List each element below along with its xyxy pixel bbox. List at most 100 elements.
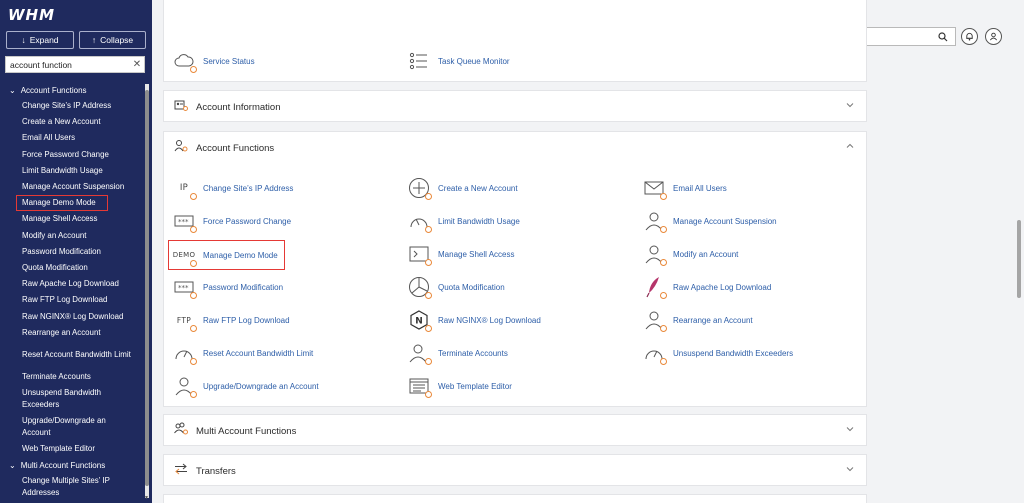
tool-label: Task Queue Monitor [438, 56, 510, 66]
tool-manage-demo-mode[interactable]: DEMO Manage Demo Mode [168, 240, 285, 270]
tool-task-queue-monitor[interactable]: Task Queue Monitor [408, 50, 510, 72]
sidebar-scrollbar[interactable] [145, 84, 149, 498]
transfers-panel[interactable]: Transfers [163, 454, 867, 486]
sidebar-item-raw-nginx-log[interactable]: Raw NGINX® Log Download [0, 308, 142, 324]
tool-label: Change Site’s IP Address [203, 183, 294, 193]
chevron-down-icon[interactable] [846, 466, 854, 472]
sidebar-item-manage-suspension[interactable]: Manage Account Suspension [0, 179, 142, 195]
chevron-down-icon: ⌄ [9, 460, 16, 470]
sidebar-nav: ⌄ Account Functions Change Site’s IP Add… [0, 82, 142, 501]
panel-title: Transfers [196, 465, 236, 477]
transfers-header[interactable]: Transfers [164, 455, 866, 487]
sidebar-item-change-multiple-ips[interactable]: Change Multiple Sites’ IP Addresses [0, 473, 142, 501]
tool-service-status[interactable]: Service Status [173, 50, 255, 73]
sidebar-item-password-modification[interactable]: Password Modification [0, 244, 142, 260]
gauge-icon [173, 342, 197, 365]
sidebar-item-change-site-ip[interactable]: Change Site’s IP Address [0, 98, 142, 114]
nav-group-account-functions[interactable]: ⌄ Account Functions [0, 82, 142, 98]
tool-modify-account[interactable]: Modify an Account [643, 243, 738, 266]
gauge-icon [643, 342, 667, 365]
multi-account-icon [174, 422, 188, 440]
tool-upgrade-downgrade[interactable]: Upgrade/Downgrade an Account [173, 375, 319, 398]
tool-label: Quota Modification [438, 282, 505, 292]
user-icon [643, 243, 667, 266]
sidebar-item-manage-demo-mode[interactable]: Manage Demo Mode [16, 195, 108, 212]
tool-reset-bandwidth-limit[interactable]: Reset Account Bandwidth Limit [173, 342, 314, 365]
tool-unsuspend-bandwidth[interactable]: Unsuspend Bandwidth Exceeders [643, 342, 793, 365]
tool-raw-apache-log[interactable]: Raw Apache Log Download [643, 276, 771, 299]
scroll-down-arrow-icon[interactable]: ▼ [144, 495, 149, 501]
sidebar-search-input[interactable] [6, 57, 130, 72]
tool-raw-nginx-log[interactable]: N Raw NGINX® Log Download [408, 309, 541, 332]
tool-label: Manage Demo Mode [203, 250, 278, 260]
tool-force-password-change[interactable]: *** Force Password Change [173, 210, 291, 233]
sidebar-item-web-template-editor[interactable]: Web Template Editor [0, 441, 142, 457]
chevron-down-icon[interactable] [846, 426, 854, 432]
tool-terminate-accounts[interactable]: Terminate Accounts [408, 342, 508, 365]
nav-group-multi-account-functions[interactable]: ⌄ Multi Account Functions [0, 457, 142, 473]
sidebar-item-rearrange-account[interactable]: Rearrange an Account [0, 325, 142, 341]
tool-quota-modification[interactable]: Quota Modification [408, 276, 505, 299]
panel-title: Account Functions [196, 142, 275, 154]
sidebar-item-limit-bandwidth[interactable]: Limit Bandwidth Usage [0, 163, 142, 179]
sidebar-item-create-account[interactable]: Create a New Account [0, 114, 142, 130]
password-icon: *** [173, 210, 197, 233]
user-search-icon [408, 342, 432, 365]
sidebar-item-unsuspend-bandwidth[interactable]: Unsuspend Bandwidth Exceeders [0, 385, 142, 413]
tool-manage-shell-access[interactable]: Manage Shell Access [408, 243, 515, 266]
clear-search-icon[interactable]: ✕ [130, 59, 144, 70]
tool-change-site-ip[interactable]: IP Change Site’s IP Address [173, 177, 294, 200]
account-functions-header[interactable]: Account Functions [164, 132, 866, 164]
sidebar-scroll-thumb[interactable] [145, 90, 149, 486]
tool-label: Limit Bandwidth Usage [438, 216, 520, 226]
main-scrollbar[interactable] [1017, 22, 1022, 500]
whm-logo: WHM [8, 6, 56, 24]
search-icon[interactable] [938, 31, 948, 42]
tool-password-modification[interactable]: *** Password Modification [173, 276, 283, 299]
user-icon [173, 375, 197, 398]
user-icon [643, 210, 667, 233]
user-menu-button[interactable] [985, 28, 1002, 45]
task-list-icon [408, 50, 430, 72]
notifications-button[interactable] [961, 28, 978, 45]
tool-rearrange-account[interactable]: Rearrange an Account [643, 309, 753, 332]
tool-label: Terminate Accounts [438, 348, 508, 358]
tool-label: Reset Account Bandwidth Limit [203, 348, 314, 358]
arrow-up-icon: ↑ [91, 35, 97, 45]
sidebar-item-manage-shell-access[interactable]: Manage Shell Access [0, 211, 142, 227]
chevron-up-icon[interactable] [846, 143, 854, 149]
main-scroll-thumb[interactable] [1017, 220, 1021, 298]
multi-account-functions-panel[interactable]: Multi Account Functions [163, 414, 867, 446]
tool-limit-bandwidth[interactable]: Limit Bandwidth Usage [408, 210, 520, 233]
tool-create-account[interactable]: Create a New Account [408, 177, 518, 200]
expand-button[interactable]: ↓ Expand [6, 31, 74, 49]
sidebar-item-upgrade-downgrade[interactable]: Upgrade/Downgrade an Account [0, 413, 142, 441]
sidebar-item-email-all-users[interactable]: Email All Users [0, 130, 142, 146]
terminal-icon [408, 243, 432, 266]
collapse-button[interactable]: ↑ Collapse [79, 31, 146, 49]
nginx-icon: N [408, 309, 432, 332]
sidebar-item-reset-bandwidth-limit[interactable]: Reset Account Bandwidth Limit [0, 341, 142, 369]
sidebar-item-raw-ftp-log[interactable]: Raw FTP Log Download [0, 292, 142, 308]
multi-account-functions-header[interactable]: Multi Account Functions [164, 415, 866, 447]
sidebar-item-force-password-change[interactable]: Force Password Change [0, 147, 142, 163]
tool-raw-ftp-log[interactable]: FTP Raw FTP Log Download [173, 309, 290, 332]
sidebar-item-modify-account[interactable]: Modify an Account [0, 228, 142, 244]
tool-label: Service Status [203, 56, 255, 66]
sidebar-item-terminate-accounts[interactable]: Terminate Accounts [0, 369, 142, 385]
tool-manage-account-suspension[interactable]: Manage Account Suspension [643, 210, 777, 233]
pie-chart-icon [408, 276, 432, 299]
tool-label: Raw NGINX® Log Download [438, 315, 541, 325]
sidebar-item-raw-apache-log[interactable]: Raw Apache Log Download [0, 276, 142, 292]
account-functions-icon [174, 139, 188, 157]
chevron-down-icon[interactable] [846, 102, 854, 108]
tool-web-template-editor[interactable]: Web Template Editor [408, 375, 512, 398]
account-information-panel[interactable]: Account Information [163, 90, 867, 122]
ip-icon: IP [173, 177, 197, 200]
nav-group-label: Account Functions [20, 85, 87, 95]
account-information-header[interactable]: Account Information [164, 91, 866, 123]
tool-email-all-users[interactable]: Email All Users [643, 177, 727, 200]
nav-group-label: Multi Account Functions [20, 460, 106, 470]
sidebar-item-quota-modification[interactable]: Quota Modification [0, 260, 142, 276]
svg-text:***: *** [178, 284, 189, 292]
